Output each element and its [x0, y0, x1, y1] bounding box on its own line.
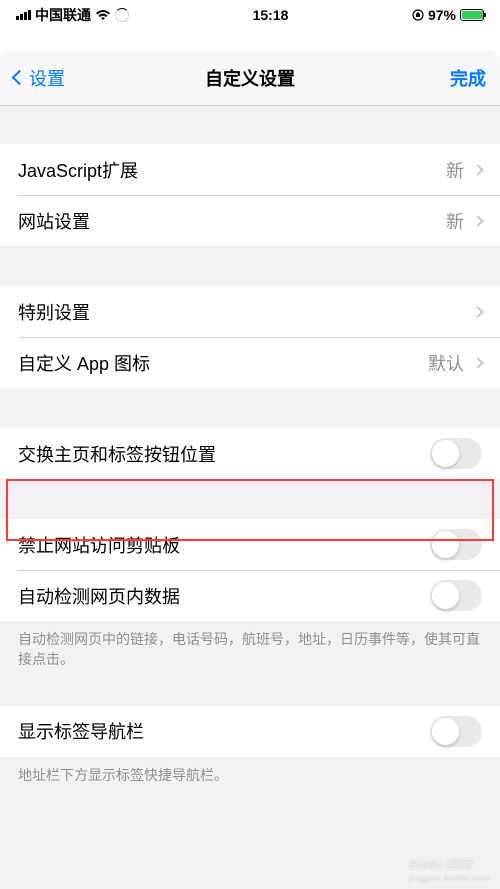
row-label: 网站设置 — [18, 208, 446, 234]
row-site-settings[interactable]: 网站设置 新 — [0, 195, 500, 246]
row-special-settings[interactable]: 特别设置 — [0, 286, 500, 337]
status-time: 15:18 — [253, 7, 289, 23]
row-autodetect-data[interactable]: 自动检测网页内数据 — [0, 570, 500, 621]
row-swap-home-tab[interactable]: 交换主页和标签按钮位置 — [0, 428, 500, 479]
row-block-clipboard[interactable]: 禁止网站访问剪贴板 — [0, 519, 500, 570]
chevron-left-icon — [12, 70, 28, 86]
row-value: 默认 — [428, 350, 464, 376]
row-label: 特别设置 — [18, 299, 474, 325]
status-right: 97% — [412, 7, 484, 23]
chevron-right-icon — [472, 357, 483, 368]
row-label: 显示标签导航栏 — [18, 718, 430, 744]
toggle-autodetect-data[interactable] — [430, 580, 482, 611]
wifi-icon — [95, 9, 111, 21]
back-button[interactable]: 设置 — [14, 65, 65, 91]
carrier-label: 中国联通 — [35, 5, 91, 25]
loading-spinner-icon — [115, 8, 129, 22]
orientation-lock-icon — [412, 9, 424, 21]
chevron-right-icon — [472, 164, 483, 175]
row-label: 交换主页和标签按钮位置 — [18, 441, 430, 467]
group-special: 特别设置 自定义 App 图标 默认 — [0, 286, 500, 388]
tab-navbar-footer: 地址栏下方显示标签快捷导航栏。 — [0, 757, 500, 785]
autodetect-footer: 自动检测网页中的链接，电话号码，航班号，地址，日历事件等，使其可直接点击。 — [0, 621, 500, 670]
status-left: 中国联通 — [16, 5, 129, 25]
row-js-extensions[interactable]: JavaScript扩展 新 — [0, 144, 500, 195]
done-button[interactable]: 完成 — [450, 65, 486, 91]
status-bar: 中国联通 15:18 97% — [0, 0, 500, 30]
row-app-icon[interactable]: 自定义 App 图标 默认 — [0, 337, 500, 388]
chevron-right-icon — [472, 306, 483, 317]
row-value: 新 — [446, 208, 464, 234]
watermark-sub: jingyan.baidu.com — [409, 873, 490, 883]
group-swap-buttons: 交换主页和标签按钮位置 — [0, 428, 500, 479]
row-value: 新 — [446, 157, 464, 183]
chevron-right-icon — [472, 215, 483, 226]
nav-bar: 设置 自定义设置 完成 — [0, 50, 500, 106]
toggle-tab-navbar[interactable] — [430, 716, 482, 747]
toggle-block-clipboard[interactable] — [430, 529, 482, 560]
signal-icon — [16, 10, 31, 20]
settings-modal: 设置 自定义设置 完成 JavaScript扩展 新 网站设置 新 特别设置 — [0, 50, 500, 889]
row-label: 自定义 App 图标 — [18, 350, 428, 376]
battery-percentage: 97% — [428, 7, 456, 23]
watermark: Baidu 经验 jingyan.baidu.com — [409, 854, 490, 883]
row-label: JavaScript扩展 — [18, 157, 446, 183]
group-tab-navbar: 显示标签导航栏 — [0, 706, 500, 757]
watermark-brand: Baidu 经验 — [409, 857, 472, 872]
page-title: 自定义设置 — [205, 65, 295, 91]
battery-icon — [460, 9, 484, 21]
toggle-swap-home-tab[interactable] — [430, 438, 482, 469]
group-clipboard-detect: 禁止网站访问剪贴板 自动检测网页内数据 — [0, 519, 500, 621]
settings-content[interactable]: JavaScript扩展 新 网站设置 新 特别设置 自定义 App 图标 默认 — [0, 106, 500, 889]
row-tab-navbar[interactable]: 显示标签导航栏 — [0, 706, 500, 757]
group-extensions: JavaScript扩展 新 网站设置 新 — [0, 144, 500, 246]
row-label: 自动检测网页内数据 — [18, 583, 430, 609]
row-label: 禁止网站访问剪贴板 — [18, 532, 430, 558]
back-label: 设置 — [29, 65, 65, 91]
